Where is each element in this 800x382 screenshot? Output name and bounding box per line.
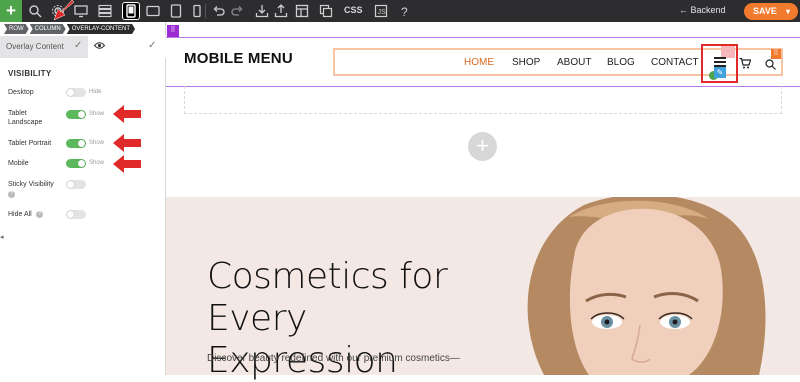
chevron-down-icon[interactable]: ▾	[786, 3, 790, 20]
css-button[interactable]: CSS	[344, 5, 363, 15]
annotation-arrow-tablet-landscape	[113, 105, 141, 123]
visibility-label-hide-all: Hide All	[8, 211, 32, 218]
empty-row-placeholder[interactable]	[184, 86, 782, 114]
toggle-desktop[interactable]	[66, 88, 86, 97]
row-outline-top	[166, 37, 800, 38]
breadcrumb-column[interactable]: COLUMN	[30, 24, 66, 34]
backend-link[interactable]: ← Backend	[679, 5, 726, 15]
nav-item-home[interactable]: HOME	[464, 57, 494, 68]
top-toolbar: + CSS JS ? ← Backend SAVE ▾	[0, 0, 800, 22]
desktop-icon[interactable]	[74, 4, 88, 18]
upload-icon[interactable]	[274, 4, 288, 18]
toggle-state-tablet-portrait: Show	[89, 140, 105, 146]
clone-icon[interactable]	[319, 4, 333, 18]
hero-image	[474, 197, 800, 375]
tab-visibility[interactable]: ✓	[88, 36, 166, 58]
svg-text:?: ?	[401, 5, 408, 18]
tablet-icon[interactable]	[146, 4, 160, 18]
tablet-portrait-icon[interactable]	[169, 4, 183, 18]
undo-icon[interactable]	[212, 4, 226, 18]
hero-title-line-2: Every Expression	[207, 298, 398, 381]
visibility-label-tablet-landscape: Tablet Landscape	[8, 110, 43, 126]
check-icon[interactable]: ✓	[148, 40, 156, 51]
toggle-state-mobile: Show	[89, 160, 105, 166]
search-icon[interactable]	[765, 57, 776, 70]
search-icon[interactable]	[28, 4, 42, 18]
save-button[interactable]: SAVE ▾	[744, 3, 798, 20]
section-title-visibility: VISIBILITY	[8, 69, 52, 78]
nav-item-shop[interactable]: SHOP	[512, 57, 540, 68]
annotation-arrow-mobile	[113, 155, 141, 173]
cart-icon[interactable]	[739, 56, 752, 69]
save-label: SAVE	[753, 6, 777, 16]
annotation-arrow-tablet-portrait	[113, 134, 141, 152]
mobile-icon[interactable]	[122, 2, 140, 20]
nav-item-contact[interactable]: CONTACT	[651, 57, 699, 68]
nav-item-blog[interactable]: BLOG	[607, 57, 635, 68]
hero-title-line-1: Cosmetics for	[207, 256, 448, 297]
add-row-button[interactable]: +	[468, 132, 497, 161]
site-brand[interactable]: MOBILE MENU	[184, 50, 293, 67]
visibility-label-tablet-portrait: Tablet Portrait	[8, 140, 52, 147]
visibility-label-desktop: Desktop	[8, 89, 34, 96]
check-icon[interactable]: ✓	[74, 40, 82, 51]
annotation-highlight-box	[701, 44, 738, 83]
collapse-panel-icon[interactable]: ◂	[0, 233, 4, 241]
mobile-small-icon[interactable]	[190, 4, 204, 18]
code-icon[interactable]: JS	[374, 4, 388, 18]
breadcrumb-overlay-content[interactable]: OVERLAY-CONTENT	[67, 24, 135, 34]
redo-icon[interactable]	[230, 4, 244, 18]
help-icon[interactable]: ?	[398, 4, 412, 18]
toggle-tablet-portrait[interactable]	[66, 139, 86, 148]
panel-tabs: Overlay Content ✓ ✓	[0, 36, 166, 58]
svg-text:JS: JS	[378, 9, 387, 16]
help-icon[interactable]: ?	[8, 191, 15, 198]
add-element-button[interactable]: +	[0, 0, 22, 22]
breadcrumb: ROW COLUMN OVERLAY-CONTENT	[4, 24, 136, 34]
toggle-sticky-visibility[interactable]	[66, 180, 86, 189]
tab-overlay-content[interactable]: Overlay Content	[6, 42, 64, 51]
download-icon[interactable]	[255, 4, 269, 18]
annotation-arrow-breadcrumb	[48, 0, 76, 22]
help-icon[interactable]: ?	[36, 211, 43, 218]
toggle-mobile[interactable]	[66, 159, 86, 168]
row-drag-handle[interactable]: ⠿	[167, 25, 179, 37]
visibility-label-sticky: Sticky Visibility	[8, 181, 54, 188]
toggle-state-tablet-landscape: Show	[89, 111, 105, 117]
toggle-hide-all[interactable]	[66, 210, 86, 219]
toolbar-divider	[205, 4, 206, 18]
layers-icon[interactable]	[98, 4, 112, 18]
template-icon[interactable]	[295, 4, 309, 18]
eye-icon	[93, 41, 106, 53]
hero-subtitle: Discover beauty redefined with our premi…	[207, 353, 460, 364]
settings-panel: ROW COLUMN OVERLAY-CONTENT Overlay Conte…	[0, 22, 166, 375]
visibility-label-mobile: Mobile	[8, 160, 29, 167]
breadcrumb-row[interactable]: ROW	[4, 24, 29, 34]
toggle-state-desktop: Hide	[89, 89, 102, 95]
nav-item-about[interactable]: ABOUT	[557, 57, 591, 68]
toggle-tablet-landscape[interactable]	[66, 110, 86, 119]
